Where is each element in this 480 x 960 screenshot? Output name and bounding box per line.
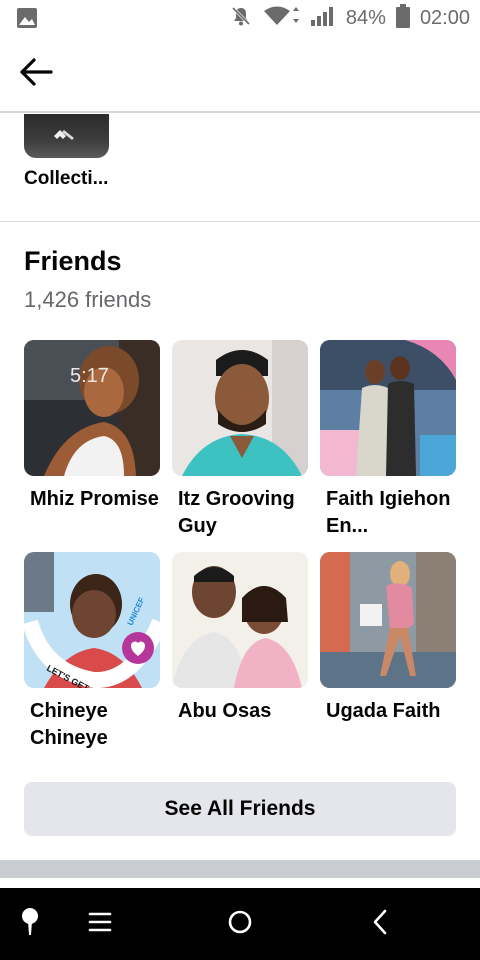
friend-photo[interactable] <box>320 552 456 688</box>
arrow-left-icon <box>19 57 53 92</box>
friend-name[interactable]: Abu Osas <box>172 698 308 725</box>
pin-icon <box>20 907 40 942</box>
signal-icon <box>310 5 336 32</box>
collection-thumbnail[interactable] <box>24 114 109 158</box>
wifi-icon <box>262 5 300 32</box>
friend-photo[interactable] <box>320 340 456 476</box>
status-bar: 84% 02:00 <box>0 0 480 36</box>
lockscreen-time: 5:17 <box>70 365 109 387</box>
friend-card[interactable]: 5:17 Mhiz Promise <box>24 340 160 513</box>
nav-back-button[interactable] <box>350 888 410 960</box>
friend-card[interactable]: Faith Igiehon En... <box>320 340 456 540</box>
friend-photo[interactable] <box>172 552 308 688</box>
friend-card[interactable]: Abu Osas <box>172 552 308 725</box>
friends-count: 1,426 friends <box>24 287 152 312</box>
gallery-icon <box>16 7 38 29</box>
app-bar <box>0 36 480 113</box>
friend-name[interactable]: Chineye Chineye <box>24 698 160 752</box>
friend-photo[interactable] <box>172 340 308 476</box>
mute-icon <box>230 5 252 32</box>
home-button[interactable] <box>210 888 270 960</box>
menu-button[interactable] <box>70 888 130 960</box>
friend-name[interactable]: Mhiz Promise <box>24 486 160 513</box>
friends-section-title: Friends <box>24 246 122 276</box>
clock: 02:00 <box>419 6 470 29</box>
home-icon <box>227 909 253 940</box>
friend-card[interactable]: Itz Grooving Guy <box>172 340 308 540</box>
friend-name[interactable]: Itz Grooving Guy <box>172 486 308 540</box>
see-all-friends-button[interactable]: See All Friends <box>24 782 456 836</box>
system-nav-bar <box>0 888 480 960</box>
battery-percent: 84% <box>345 6 386 29</box>
section-divider <box>0 221 480 222</box>
friend-name[interactable]: Faith Igiehon En... <box>320 486 456 540</box>
friend-card[interactable]: LET'S GET VACCINATED UNICEF Chineye Chin… <box>24 552 160 752</box>
collection-label[interactable]: Collecti... <box>24 168 108 190</box>
friend-photo[interactable]: 5:17 <box>24 340 160 476</box>
menu-icon <box>88 912 112 937</box>
friend-name[interactable]: Ugada Faith <box>320 698 456 725</box>
back-icon <box>371 909 389 940</box>
battery-icon <box>395 3 410 33</box>
section-separator <box>0 860 480 878</box>
friend-card[interactable]: Ugada Faith <box>320 552 456 725</box>
friend-photo[interactable]: LET'S GET VACCINATED UNICEF <box>24 552 160 688</box>
back-button[interactable] <box>14 56 58 92</box>
pin-button[interactable] <box>0 888 60 960</box>
